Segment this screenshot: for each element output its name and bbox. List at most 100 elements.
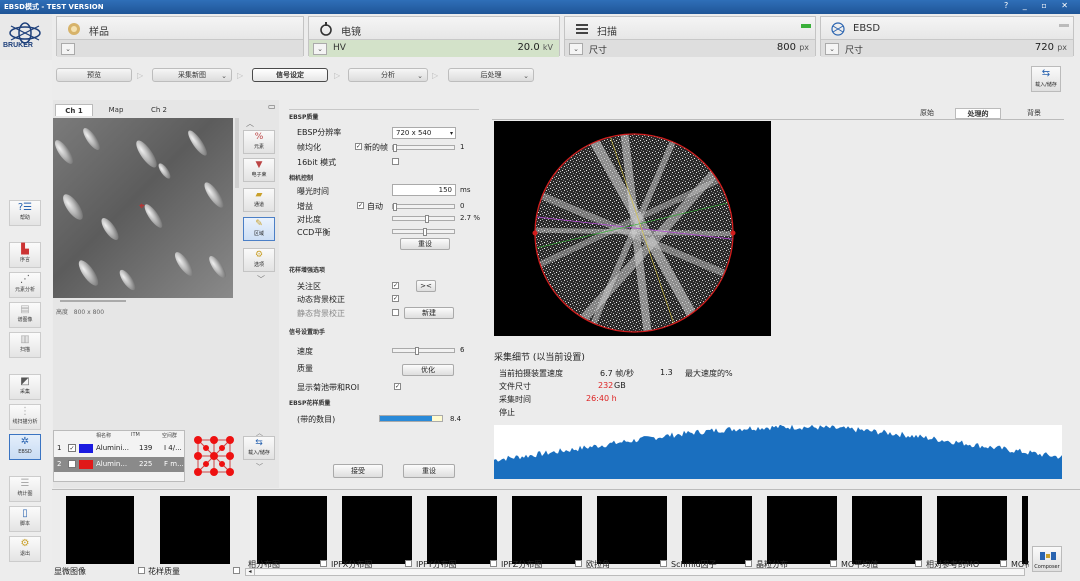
sidebar-item-element-analysis[interactable]: ⋰ 元素分析 xyxy=(9,272,41,298)
thumb-checkbox-mo-ref[interactable] xyxy=(915,560,922,567)
thumbnail-mo-avg[interactable] xyxy=(852,496,922,564)
ebsd-panel[interactable]: EBSD ⌄ 尺寸 720 px xyxy=(820,16,1074,57)
thumbnail-ipfx[interactable] xyxy=(342,496,412,564)
tab-map[interactable]: Map xyxy=(96,104,136,116)
sidebar-item-spectrum-image[interactable]: ▤ 谱图像 xyxy=(9,302,41,328)
microstructure-image[interactable]: ⌖ xyxy=(53,118,233,298)
thumb-checkbox-ipfz[interactable] xyxy=(490,560,497,567)
thumbnail-mo-extra[interactable] xyxy=(1022,496,1028,564)
thumb-checkbox-ipfx[interactable] xyxy=(320,560,327,567)
reset-button[interactable]: 重设 xyxy=(403,464,455,478)
sample-dropdown-button[interactable]: ⌄ xyxy=(61,43,75,55)
thumb-checkbox-mo-avg[interactable] xyxy=(830,560,837,567)
image-scrollbar[interactable] xyxy=(235,118,239,188)
thumbnail-grain[interactable] xyxy=(767,496,837,564)
thumbnail-micro-image[interactable] xyxy=(66,496,134,564)
dynamic-bg-checkbox[interactable]: ✓ xyxy=(392,295,399,302)
ebsd-dropdown-button[interactable]: ⌄ xyxy=(825,43,839,55)
phase-checkbox[interactable]: ✓ xyxy=(68,444,76,452)
workflow-signal-button[interactable]: 信号设定 xyxy=(252,68,328,82)
tool-beam-button[interactable]: ▼ 电子束 xyxy=(243,158,275,182)
sidebar-item-preface[interactable]: ▙ 序言 xyxy=(9,242,41,268)
thumb-checkbox-schmid[interactable] xyxy=(660,560,667,567)
ebsd-pattern-image[interactable] xyxy=(528,130,740,336)
tool-options-button[interactable]: ⚙ 选项 xyxy=(243,248,275,272)
tool-region-button[interactable]: ✎ 区域 xyxy=(243,217,275,241)
thumb-checkbox-ipfy[interactable] xyxy=(405,560,412,567)
thumbnail-ipfy[interactable] xyxy=(427,496,497,564)
roi-button[interactable]: >< xyxy=(416,280,436,292)
thumbnail-scrollbar[interactable]: ◂ xyxy=(245,568,1025,576)
frame-avg-slider[interactable] xyxy=(392,144,455,152)
sidebar-item-exit[interactable]: ⚙ 退出 xyxy=(9,536,41,562)
phase-color-swatch[interactable] xyxy=(79,444,93,453)
ccd-balance-slider[interactable] xyxy=(392,228,455,236)
show-band-checkbox[interactable]: ✓ xyxy=(394,383,401,390)
thumbnail-pattern-quality[interactable] xyxy=(160,496,230,564)
thumb-checkbox-quality[interactable] xyxy=(138,567,145,574)
composer-button[interactable]: Composer xyxy=(1032,546,1062,572)
sidebar-item-statistics[interactable]: ☰ 统计图 xyxy=(9,476,41,502)
tab-ch1[interactable]: Ch 1 xyxy=(55,104,93,116)
scan-dropdown-button[interactable]: ⌄ xyxy=(569,43,583,55)
sample-panel[interactable]: 样品 ⌄ xyxy=(56,16,304,57)
thumb-checkbox-grain[interactable] xyxy=(745,560,752,567)
contrast-slider[interactable] xyxy=(392,215,455,223)
thumbnail-euler[interactable] xyxy=(597,496,667,564)
new-background-button[interactable]: 新建 xyxy=(404,307,454,319)
gain-slider[interactable] xyxy=(392,203,455,211)
table-row[interactable]: 1 ✓ Alumini... 139 I 4/... xyxy=(54,441,184,456)
workflow-postprocess-button[interactable]: 后处理 ⌄ xyxy=(448,68,534,82)
sidebar-item-script[interactable]: ▯ 脚本 xyxy=(9,506,41,532)
camera-reset-button[interactable]: 重设 xyxy=(400,238,450,250)
phase-color-swatch[interactable] xyxy=(79,460,93,469)
scroll-left-icon[interactable]: ◂ xyxy=(246,568,255,576)
load-save-button[interactable]: ⇆ 载入/储存 xyxy=(1031,66,1061,92)
speed-slider[interactable] xyxy=(392,347,455,355)
tab-ch2[interactable]: Ch 2 xyxy=(139,104,179,116)
panel-menu-icon[interactable]: ▭ xyxy=(268,102,276,111)
optimize-button[interactable]: 优化 xyxy=(402,364,454,376)
bit16-checkbox[interactable] xyxy=(392,158,399,165)
table-row[interactable]: 2 Alumin... 225 F m... xyxy=(54,457,184,472)
exposure-input[interactable]: 150 xyxy=(392,184,456,196)
new-frame-checkbox[interactable]: ✓ xyxy=(355,143,362,150)
chevron-down-icon[interactable]: ﹀ xyxy=(257,274,265,285)
window-controls[interactable]: ? _ ▫ ✕ xyxy=(1004,1,1074,10)
phase-checkbox[interactable] xyxy=(68,460,76,468)
tab-background[interactable]: 背景 xyxy=(1011,108,1057,119)
roi-checkbox[interactable]: ✓ xyxy=(392,282,399,289)
tool-element-button[interactable]: % 元素 xyxy=(243,130,275,154)
sidebar-item-linescan[interactable]: ⋮ 线扫描分析 xyxy=(9,404,41,430)
static-bg-checkbox[interactable] xyxy=(392,309,399,316)
thumb-checkbox-euler[interactable] xyxy=(575,560,582,567)
accept-button[interactable]: 接受 xyxy=(333,464,383,478)
tool-channel-button[interactable]: ▰ 通道 xyxy=(243,188,275,212)
tab-processed[interactable]: 处理的 xyxy=(955,108,1001,119)
microscope-panel[interactable]: 电镜 ⌄ HV 20.0 kV xyxy=(308,16,560,57)
sidebar-item-ebsd[interactable]: ✲ EBSD xyxy=(9,434,41,460)
workflow-acquire-button[interactable]: 采集新图 ⌄ xyxy=(152,68,232,82)
sidebar-item-acquire[interactable]: ◩ 采集 xyxy=(9,374,41,400)
chevron-down-icon[interactable]: ﹀ xyxy=(256,462,263,472)
region-tool-icon: ✎ xyxy=(255,219,263,229)
chevron-up-icon[interactable]: ︿ xyxy=(246,118,254,129)
scan-panel[interactable]: 扫描 ⌄ 尺寸 800 px xyxy=(564,16,816,57)
thumbnail-phase-map[interactable] xyxy=(257,496,327,564)
sidebar-item-scan[interactable]: ▥ 扫描 xyxy=(9,332,41,358)
thumbnail-mo-ref[interactable] xyxy=(937,496,1007,564)
phase-load-save-button[interactable]: ⇆ 载入/储存 xyxy=(243,436,275,460)
workflow-preview-button[interactable]: 预览 xyxy=(56,68,132,82)
thumbnail-schmid[interactable] xyxy=(682,496,752,564)
thumb-checkbox-phase[interactable] xyxy=(233,567,240,574)
thumbnail-ipfz[interactable] xyxy=(512,496,582,564)
file-size-unit: GB xyxy=(614,381,626,390)
thumb-checkbox-mo-extra[interactable] xyxy=(1000,560,1007,567)
tab-raw[interactable]: 原始 xyxy=(904,108,950,119)
resolution-select[interactable]: 720 x 540 ▾ xyxy=(392,127,456,139)
workflow-analysis-button[interactable]: 分析 ⌄ xyxy=(348,68,428,82)
microscope-dropdown-button[interactable]: ⌄ xyxy=(313,43,327,55)
sidebar-help-button[interactable]: ?☰ 帮助 xyxy=(9,200,41,226)
phase-table[interactable]: 相名称 ITM 空间群 1 ✓ Alumini... 139 I 4/... 2… xyxy=(53,430,185,482)
auto-gain-checkbox[interactable]: ✓ xyxy=(357,202,364,209)
